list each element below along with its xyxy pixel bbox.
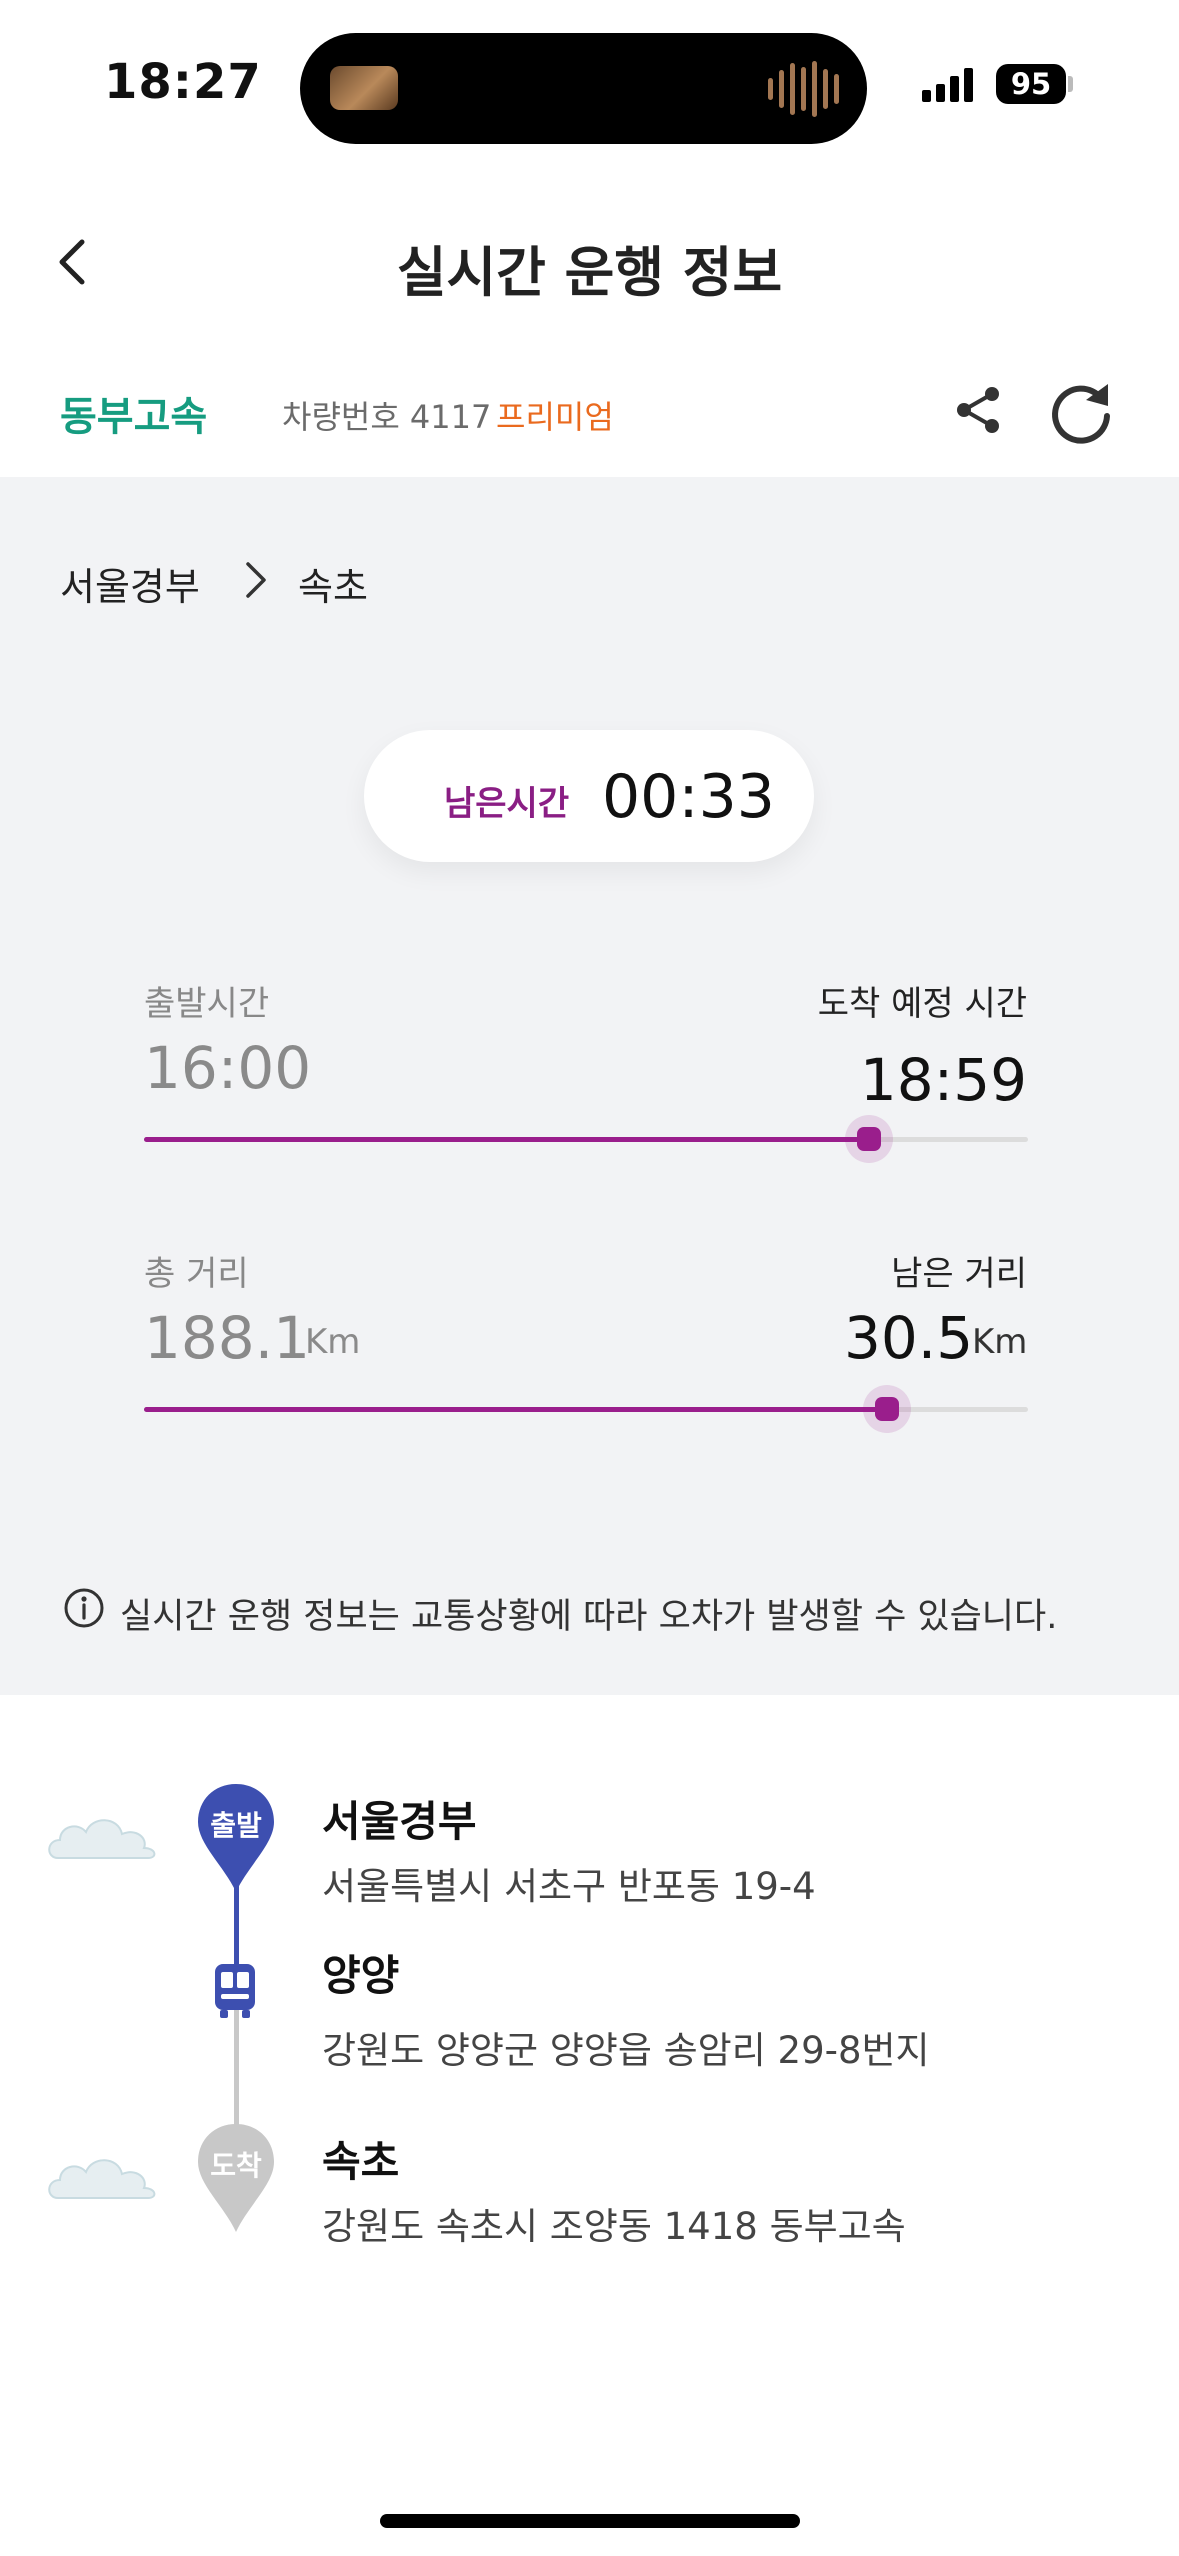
battery-icon: 95 — [996, 64, 1066, 104]
time-progress-marker — [844, 1115, 893, 1163]
route-origin: 서울경부 — [60, 565, 200, 609]
remaining-time-pill: 남은시간 00:33 — [364, 730, 814, 862]
arrival-stop-name: 속초 — [322, 2137, 400, 2186]
chevron-right-icon — [246, 562, 266, 598]
now-playing-thumbnail — [330, 66, 398, 110]
notice-text: 실시간 운행 정보는 교통상황에 따라 오차가 발생할 수 있습니다. — [120, 1597, 1058, 1637]
battery-nub — [1068, 76, 1073, 92]
distance-progress-bar — [144, 1385, 1028, 1433]
page-title: 실시간 운행 정보 — [396, 241, 783, 304]
total-distance: 188.1 — [144, 1304, 311, 1372]
home-indicator[interactable] — [380, 2514, 800, 2528]
company-name: 동부고속 — [60, 394, 208, 440]
departure-time-label: 출발시간 — [144, 984, 270, 1024]
arrival-stop-address: 강원도 속초시 조양동 1418 동부고속 — [322, 2205, 906, 2248]
departure-pin: 출발 — [196, 1782, 276, 1894]
time-progress-fill — [144, 1137, 869, 1142]
arrival-badge: 도착 — [210, 2149, 262, 2182]
distance-progress-fill — [144, 1407, 887, 1412]
route-destination: 속초 — [298, 565, 368, 609]
remaining-distance: 30.5 — [844, 1304, 974, 1372]
refresh-icon[interactable] — [1046, 378, 1116, 448]
cellular-signal-icon — [922, 66, 973, 102]
share-icon[interactable] — [950, 382, 1006, 438]
time-progress-bar — [144, 1115, 1028, 1163]
info-icon — [64, 1588, 104, 1628]
waypoint-stop-name: 양양 — [322, 1951, 400, 2000]
arrival-time: 18:59 — [859, 1046, 1027, 1114]
audio-wave-icon — [768, 61, 839, 117]
dynamic-island — [300, 33, 867, 144]
bus-grade: 프리미엄 — [496, 398, 614, 436]
distance-progress-marker — [862, 1385, 911, 1433]
remaining-time-value: 00:33 — [602, 762, 775, 832]
departure-badge: 출발 — [210, 1809, 262, 1842]
departure-stop-name: 서울경부 — [322, 1797, 477, 1846]
arrival-time-label: 도착 예정 시간 — [817, 984, 1027, 1024]
bus-icon — [215, 1964, 255, 2018]
departure-stop-address: 서울특별시 서초구 반포동 19-4 — [322, 1865, 816, 1908]
waypoint-stop-address: 강원도 양양군 양양읍 송암리 29-8번지 — [322, 2029, 930, 2072]
remaining-time-label: 남은시간 — [444, 784, 570, 824]
weather-cloud-icon — [48, 1819, 156, 1859]
weather-cloud-icon — [48, 2159, 156, 2199]
total-distance-label: 총 거리 — [144, 1254, 249, 1294]
total-distance-unit: Km — [305, 1322, 361, 1362]
remaining-distance-unit: Km — [972, 1322, 1028, 1362]
remaining-distance-label: 남은 거리 — [891, 1254, 1027, 1294]
status-time: 18:27 — [104, 54, 262, 110]
arrival-pin: 도착 — [196, 2122, 276, 2234]
vehicle-number: 차량번호 4117 — [282, 398, 492, 436]
departure-time: 16:00 — [144, 1034, 312, 1102]
